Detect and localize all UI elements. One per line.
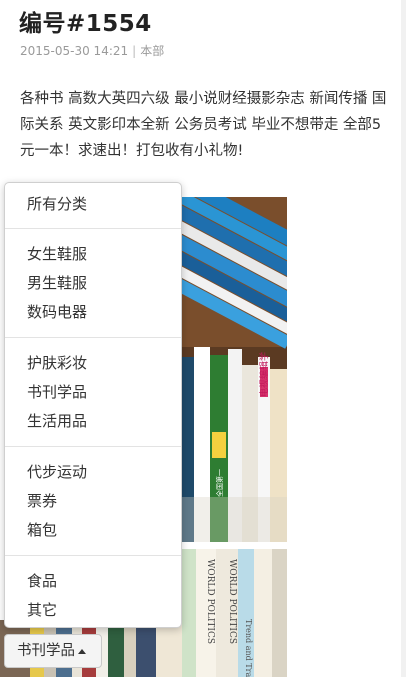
menu-item-women-clothing[interactable]: 女生鞋服 [27,243,87,265]
book-title-world-politics-1: WORLD POLITICS [205,559,215,644]
menu-item-tickets[interactable]: 票券 [27,490,57,512]
menu-item-transport-sports[interactable]: 代步运动 [27,461,87,483]
menu-item-digital-electronics[interactable]: 数码电器 [27,301,87,323]
category-dropdown-menu: 所有分类 女生鞋服 男生鞋服 数码电器 护肤彩妆 书刊学品 生活用品 代步运动 … [4,182,182,628]
right-scroll-edge [401,0,406,677]
menu-divider [5,446,181,447]
book-title-world-politics-2: WORLD POLITICS [227,559,237,644]
books-stack-illustration: 电视编辑学 全国第一 [182,197,287,542]
book-title-trend: Trend and Tra [244,619,253,677]
post-photo-world-politics[interactable]: WORLD POLITICS WORLD POLITICS Trend and … [182,549,287,677]
post-page: 编号#1554 2015-05-30 14:21 | 本部 各种书 高数大英四六级 … [0,0,406,677]
menu-item-men-clothing[interactable]: 男生鞋服 [27,272,87,294]
menu-item-bags[interactable]: 箱包 [27,519,57,541]
menu-item-food[interactable]: 食品 [27,570,57,592]
post-photo-books-stack[interactable]: 电视编辑学 全国第一 [182,197,287,542]
menu-item-daily-goods[interactable]: 生活用品 [27,410,87,432]
menu-item-skincare-makeup[interactable]: 护肤彩妆 [27,352,87,374]
post-date: 2015-05-30 14:21 [20,44,129,58]
post-meta: 2015-05-30 14:21 | 本部 [20,42,164,59]
book-spine-text-a: 电视编辑学 [258,352,270,397]
menu-item-all-categories[interactable]: 所有分类 [27,193,87,215]
menu-divider [5,555,181,556]
post-title: 编号#1554 [19,11,152,37]
post-location: 本部 [140,44,165,58]
menu-divider [5,337,181,338]
caret-up-icon [78,648,86,654]
world-politics-illustration: WORLD POLITICS WORLD POLITICS Trend and … [182,549,287,677]
category-select-label: 书刊学品 [17,643,75,659]
meta-separator: | [132,44,137,58]
menu-item-books-study[interactable]: 书刊学品 [27,381,87,403]
menu-divider [5,228,181,229]
book-spine-text-b: 全国第一 [215,469,224,497]
menu-item-other[interactable]: 其它 [27,599,57,621]
post-description: 各种书 高数大英四六级 最小说财经摄影杂志 新闻传播 国际关系 英文影印本全新 … [20,91,387,159]
category-select-button[interactable]: 书刊学品 [4,634,102,668]
